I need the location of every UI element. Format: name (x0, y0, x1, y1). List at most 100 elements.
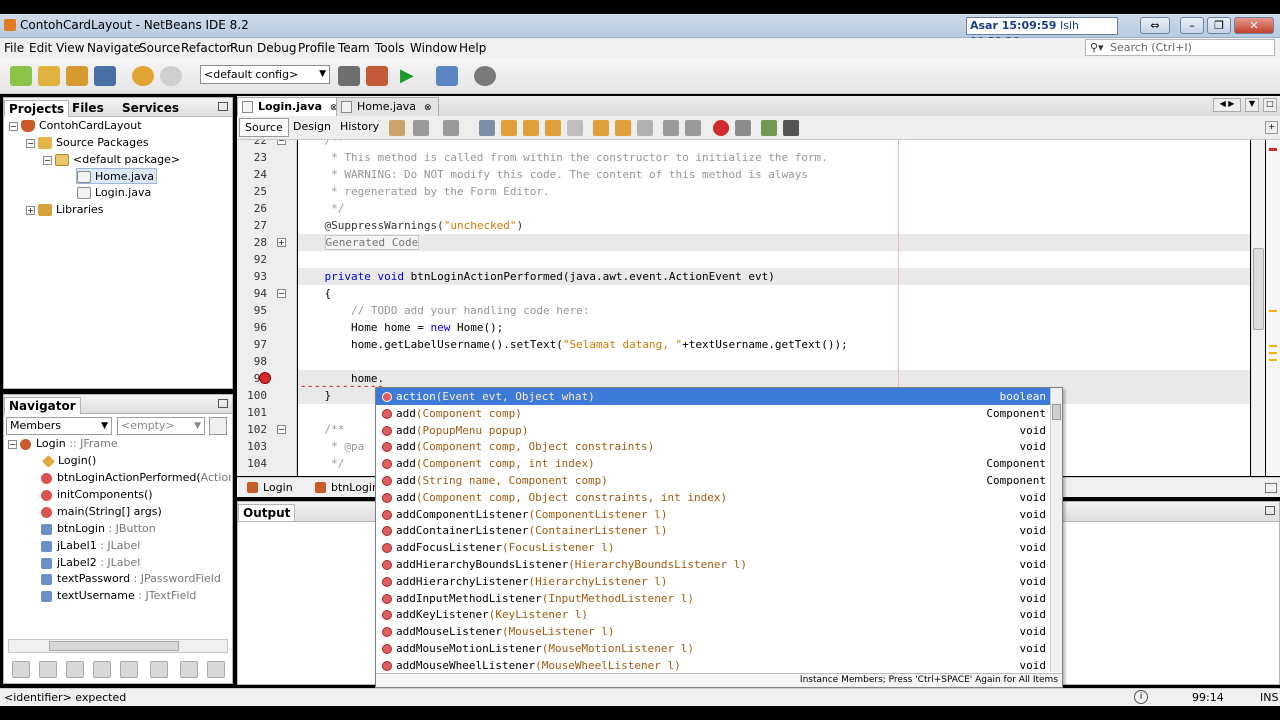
completion-item[interactable]: add(PopupMenu popup) void (376, 422, 1050, 439)
find-next-icon[interactable] (523, 120, 539, 136)
completion-item[interactable]: addHierarchyBoundsListener(HierarchyBoun… (376, 556, 1050, 573)
error-marker[interactable] (1269, 148, 1277, 151)
completion-scrollbar[interactable] (1050, 388, 1062, 672)
tab-home-java[interactable]: Home.java ⊗ (336, 97, 439, 116)
completion-item[interactable]: add(Component comp, Object constraints, … (376, 489, 1050, 506)
warning-marker[interactable] (1269, 310, 1277, 312)
find-previous-icon[interactable] (501, 120, 517, 136)
nav-member[interactable]: Login() (42, 453, 96, 469)
breadcrumb-login[interactable]: Login (247, 481, 293, 494)
completion-item[interactable]: action(Event evt, Object what) boolean (376, 388, 1050, 405)
build-hammer-icon[interactable] (338, 66, 360, 86)
editor-vertical-scrollbar[interactable] (1251, 140, 1265, 476)
fold-collapse-icon[interactable]: − (277, 140, 286, 145)
menu-view[interactable]: View (56, 41, 84, 55)
fold-collapse-icon[interactable]: − (277, 425, 286, 434)
menu-profile[interactable]: Profile (298, 41, 335, 55)
minimize-button[interactable]: – (1180, 17, 1204, 34)
next-bookmark-icon[interactable] (615, 120, 631, 136)
previous-bookmark-icon[interactable] (593, 120, 609, 136)
nav-root-login[interactable]: − Login :: JFrame (8, 436, 118, 452)
close-tab-icon[interactable]: ⊗ (424, 103, 432, 113)
scroll-tabs-icon[interactable]: ◀ ▶ (1213, 98, 1241, 112)
sort-by-name-icon[interactable] (180, 661, 198, 678)
show-inner-classes-icon[interactable] (120, 661, 138, 678)
menu-help[interactable]: Help (459, 41, 486, 55)
shift-right-icon[interactable] (685, 120, 701, 136)
warning-marker[interactable] (1269, 345, 1277, 347)
minimize-pane-icon[interactable] (1265, 506, 1275, 515)
scrollbar-thumb[interactable] (1253, 248, 1264, 330)
open-project-icon[interactable] (66, 66, 88, 86)
view-history-button[interactable]: History (335, 118, 384, 137)
completion-item[interactable]: add(Component comp, int index) Component (376, 455, 1050, 472)
tab-login-java[interactable]: Login.java ⊗ (237, 97, 345, 116)
toggle-highlight-icon[interactable] (545, 120, 561, 136)
completion-item[interactable]: addContainerListener(ContainerListener l… (376, 522, 1050, 539)
error-stripe[interactable] (1266, 140, 1280, 476)
tab-output[interactable]: Output (238, 504, 296, 521)
tab-files[interactable]: Files (68, 100, 108, 117)
maximize-button[interactable]: ❐ (1207, 17, 1231, 34)
expand-icon[interactable]: + (26, 205, 35, 215)
profile-icon[interactable] (474, 66, 496, 86)
menu-navigate[interactable]: Navigate (87, 41, 141, 55)
completion-item[interactable]: add(String name, Component comp) Componen… (376, 472, 1050, 489)
navigator-options-icon[interactable] (209, 417, 227, 435)
rectangular-select-icon[interactable] (567, 120, 583, 136)
new-project-icon[interactable] (38, 66, 60, 86)
tab-navigator[interactable]: Navigator (4, 397, 81, 414)
hide-non-public-icon[interactable] (93, 661, 111, 678)
sort-icon[interactable] (150, 661, 168, 678)
nav-member[interactable]: btnLoginActionPerformed(ActionEven (41, 470, 231, 486)
tree-project-root[interactable]: − ContohCardLayout (9, 118, 142, 134)
scrollbar-thumb[interactable] (49, 641, 179, 651)
nav-member[interactable]: jLabel1 : JLabel (41, 538, 140, 554)
completion-item[interactable]: add(Component comp) Component (376, 405, 1050, 422)
tree-home-java[interactable]: Home.java (76, 168, 158, 184)
collapse-icon[interactable]: − (8, 439, 17, 449)
collapse-icon[interactable]: − (26, 138, 35, 148)
completion-item[interactable]: addKeyListener(KeyListener l) void (376, 606, 1050, 623)
warning-marker[interactable] (1269, 359, 1277, 361)
collapse-icon[interactable]: − (43, 155, 52, 165)
completion-item[interactable]: addMouseMotionListener(MouseMotionListen… (376, 640, 1050, 657)
nav-member[interactable]: jLabel2 : JLabel (41, 555, 140, 571)
completion-item[interactable]: addInputMethodListener(InputMethodListen… (376, 590, 1050, 607)
uncomment-icon[interactable] (783, 120, 799, 136)
menu-window[interactable]: Window (410, 41, 457, 55)
nav-member[interactable]: textUsername : JTextField (41, 588, 196, 604)
notifications-icon[interactable]: i (1134, 690, 1148, 704)
menu-tools[interactable]: Tools (375, 41, 405, 55)
tree-libraries[interactable]: + Libraries (26, 202, 104, 218)
scrollbar-thumb[interactable] (1052, 404, 1061, 420)
debug-icon[interactable] (436, 66, 458, 86)
find-icon[interactable] (479, 120, 495, 136)
warning-marker[interactable] (1269, 352, 1277, 354)
forward-icon[interactable] (443, 120, 459, 136)
minimize-pane-icon[interactable] (1265, 483, 1277, 493)
redo-icon[interactable] (160, 66, 182, 86)
menu-file[interactable]: File (4, 41, 24, 55)
view-design-button[interactable]: Design (288, 118, 336, 137)
breadcrumb-method[interactable]: btnLogin (315, 481, 379, 494)
completion-item[interactable]: addComponentListener(ComponentListener l… (376, 506, 1050, 523)
nav-member[interactable]: textPassword : JPasswordField (41, 571, 221, 587)
completion-item[interactable]: addMouseWheelListener(MouseWheelListener… (376, 657, 1050, 674)
close-button[interactable]: ✕ (1234, 17, 1274, 34)
minimize-pane-icon[interactable] (218, 102, 228, 111)
restore-small-button[interactable]: ⇔ (1140, 17, 1170, 34)
maximize-window-icon[interactable]: □ (1263, 98, 1277, 112)
empty-select[interactable]: <empty> ▼ (117, 417, 205, 435)
menu-team[interactable]: Team (338, 41, 370, 55)
menu-source[interactable]: Source (139, 41, 180, 55)
collapse-icon[interactable]: − (9, 121, 18, 131)
completion-item[interactable]: addHierarchyListener(HierarchyListener l… (376, 573, 1050, 590)
comment-icon[interactable] (761, 120, 777, 136)
menu-run[interactable]: Run (230, 41, 253, 55)
menu-debug[interactable]: Debug (257, 41, 296, 55)
new-file-icon[interactable] (10, 66, 32, 86)
tab-projects[interactable]: Projects (4, 100, 70, 117)
show-opened-documents-icon[interactable]: ▼ (1245, 98, 1259, 112)
tree-login-java[interactable]: Login.java (77, 185, 151, 201)
